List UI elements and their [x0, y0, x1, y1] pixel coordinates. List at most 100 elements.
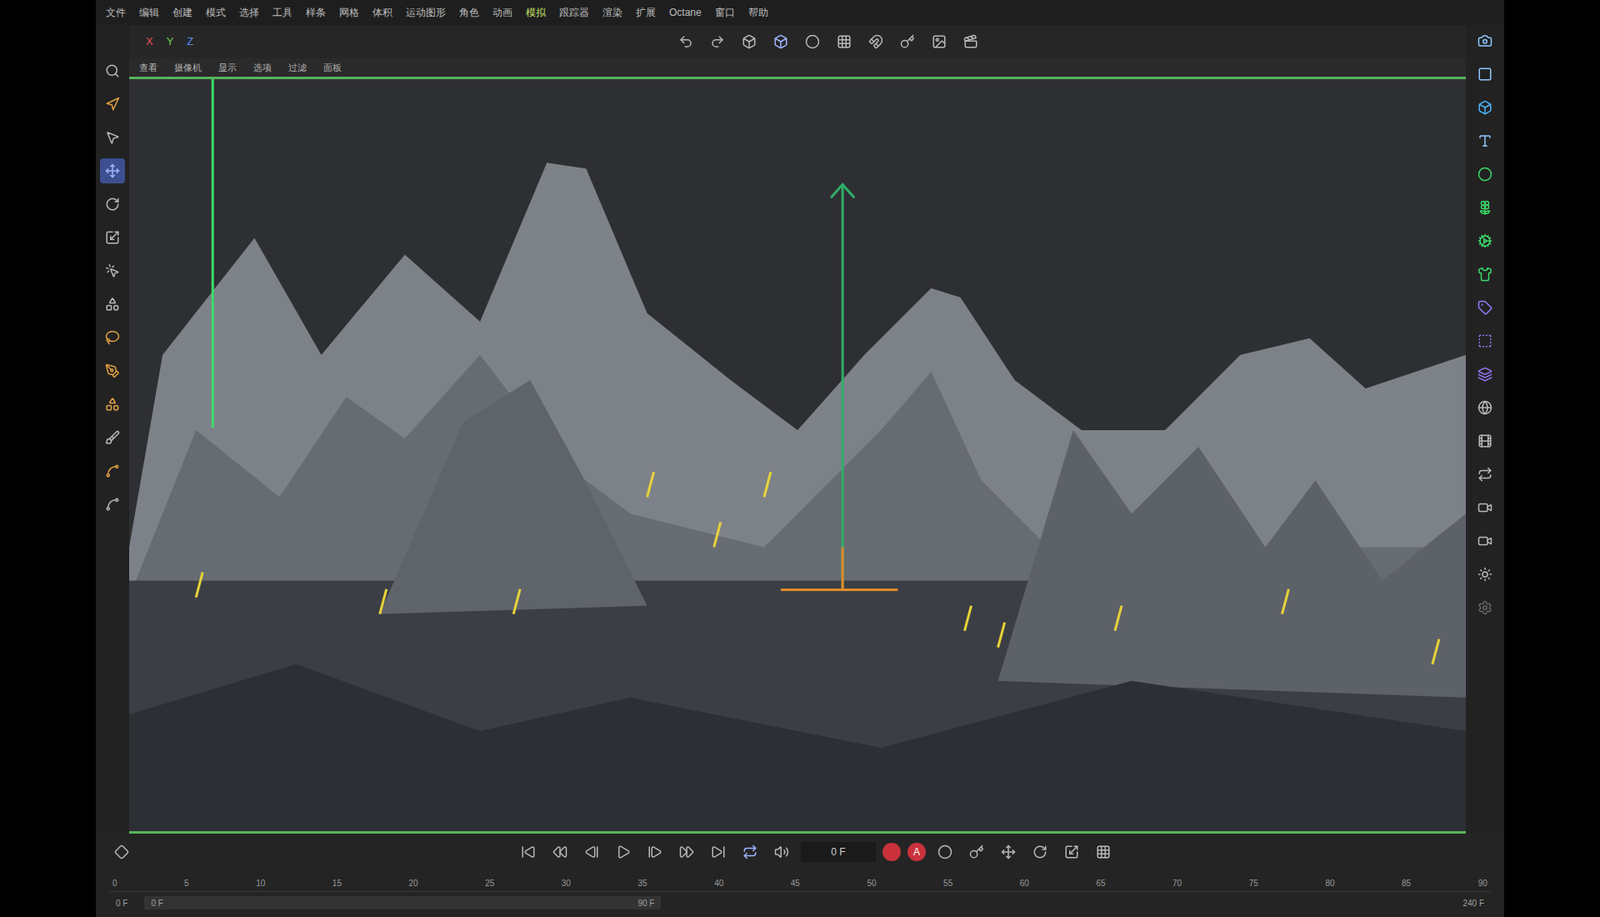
key-param-button[interactable]	[1090, 839, 1116, 865]
record-button[interactable]	[882, 842, 901, 861]
go-start-button[interactable]	[515, 839, 541, 865]
menu-item[interactable]: 模拟	[525, 5, 546, 20]
menu-item[interactable]: 文件	[105, 5, 126, 20]
live-select-button[interactable]	[100, 258, 125, 284]
search-button[interactable]	[100, 58, 125, 84]
play-button[interactable]	[610, 839, 636, 865]
viewport-menu-item[interactable]: 面板	[323, 60, 342, 75]
generator-button[interactable]	[1472, 161, 1498, 187]
keyframe-button[interactable]	[109, 839, 135, 865]
field-icon	[1477, 333, 1493, 349]
frame-field[interactable]: 0 F	[800, 841, 876, 862]
deformer-button[interactable]	[1472, 295, 1498, 320]
menu-item[interactable]: 选择	[239, 5, 260, 20]
cube-button[interactable]	[1472, 95, 1498, 120]
time-ruler[interactable]: 051015202530354045505560657075808590	[109, 870, 1491, 892]
effector-button[interactable]	[1472, 228, 1498, 254]
transform-button[interactable]	[100, 291, 125, 317]
lasso-button[interactable]	[100, 325, 125, 350]
range-slider[interactable]: 0 F90 F	[144, 895, 661, 910]
snap-button[interactable]	[831, 29, 857, 55]
move-button[interactable]	[100, 158, 125, 184]
undo-button[interactable]	[673, 29, 699, 55]
render-active-button[interactable]	[1472, 495, 1498, 520]
next-frame-button[interactable]	[642, 839, 668, 865]
redo-button[interactable]	[705, 29, 730, 55]
environment-button[interactable]	[1472, 395, 1498, 420]
menu-item[interactable]: 运动图形	[405, 5, 446, 20]
text-icon	[1477, 133, 1493, 149]
clone-button[interactable]	[100, 391, 125, 417]
settings-button[interactable]	[1472, 595, 1498, 620]
menu-item[interactable]: 跟踪器	[559, 5, 590, 20]
axis-toggle[interactable]: X	[142, 33, 157, 50]
viewport-menu-item[interactable]: 过滤	[288, 60, 307, 75]
menu-item[interactable]: 网格	[339, 5, 360, 20]
render-frame-button[interactable]	[926, 29, 952, 55]
range-end[interactable]: 240 F	[1455, 896, 1491, 910]
menu-item[interactable]: 扩展	[635, 5, 656, 20]
pen-button[interactable]	[100, 358, 125, 384]
sound-button[interactable]	[769, 839, 795, 865]
text-button[interactable]	[1472, 128, 1498, 154]
viewport-menu-item[interactable]: 显示	[218, 60, 237, 75]
menu-item[interactable]: 窗口	[715, 5, 735, 20]
cloth-button[interactable]	[1472, 261, 1498, 287]
object-mode-button[interactable]	[736, 29, 762, 55]
prev-frame-button[interactable]	[579, 839, 605, 865]
menu-item[interactable]: 编辑	[139, 5, 160, 20]
menu-item[interactable]: 工具	[272, 5, 293, 20]
axis-button[interactable]	[895, 29, 920, 55]
axis-toggle[interactable]: Y	[163, 33, 178, 50]
key-position-button[interactable]	[995, 839, 1021, 865]
texture-mode-button[interactable]	[800, 29, 825, 55]
menu-item[interactable]: Octane	[669, 5, 702, 20]
light-button[interactable]	[1472, 561, 1498, 587]
key-mode-button[interactable]	[964, 839, 990, 865]
viewport-menu-item[interactable]: 查看	[139, 60, 158, 75]
menu-item[interactable]: 动画	[492, 5, 513, 20]
go-end-button[interactable]	[705, 839, 731, 865]
menu-item[interactable]: 角色	[459, 5, 480, 20]
next-key-button[interactable]	[674, 839, 700, 865]
magnet-button[interactable]	[863, 29, 889, 55]
render-queue-button[interactable]	[1472, 528, 1498, 554]
viewport-menu-item[interactable]: 选项	[253, 60, 272, 75]
select-button[interactable]	[100, 125, 125, 150]
range-start[interactable]: 0 F	[109, 896, 135, 910]
menu-item[interactable]: 体积	[372, 5, 393, 20]
spline-pen-button[interactable]	[100, 458, 125, 484]
pen-icon	[105, 363, 120, 379]
menu-item[interactable]: 创建	[172, 5, 193, 20]
sketch-button[interactable]	[100, 491, 125, 517]
key-scale-button[interactable]	[1059, 839, 1085, 865]
menu-item[interactable]: 帮助	[748, 5, 769, 20]
menu-item[interactable]: 模式	[205, 5, 226, 20]
prev-key-button[interactable]	[547, 839, 573, 865]
render-settings-button[interactable]	[958, 29, 984, 55]
autokey-button[interactable]: A	[907, 842, 926, 861]
render-region-button[interactable]	[1472, 461, 1498, 487]
cloner-button[interactable]	[1472, 195, 1498, 220]
viewport-menu-item[interactable]: 摄像机	[174, 60, 202, 75]
field-button[interactable]	[1472, 328, 1498, 354]
plane-button[interactable]	[1472, 61, 1498, 87]
scene-render	[129, 79, 1466, 831]
navigate-button[interactable]	[100, 91, 125, 117]
loop-button[interactable]	[737, 839, 763, 865]
scale-button[interactable]	[100, 225, 125, 250]
rotate-button[interactable]	[100, 191, 125, 217]
app-window: 文件编辑创建模式选择工具样条网格体积运动图形角色动画模拟跟踪器渲染扩展 Octan…	[95, 0, 1505, 917]
brush-button[interactable]	[100, 425, 125, 450]
menu-item[interactable]: 样条	[305, 5, 326, 20]
key-rotation-button[interactable]	[1027, 839, 1053, 865]
render-view-button[interactable]	[1472, 428, 1498, 454]
camera-button[interactable]	[1472, 28, 1498, 54]
menu-item[interactable]: 渲染	[602, 5, 623, 20]
axis-toggle[interactable]: Z	[183, 33, 197, 50]
model-mode-button[interactable]	[768, 29, 794, 55]
viewport[interactable]	[129, 76, 1466, 834]
ruler-tick: 85	[1401, 876, 1411, 890]
volume-button[interactable]	[1472, 361, 1498, 387]
key-selection-button[interactable]	[932, 839, 958, 865]
